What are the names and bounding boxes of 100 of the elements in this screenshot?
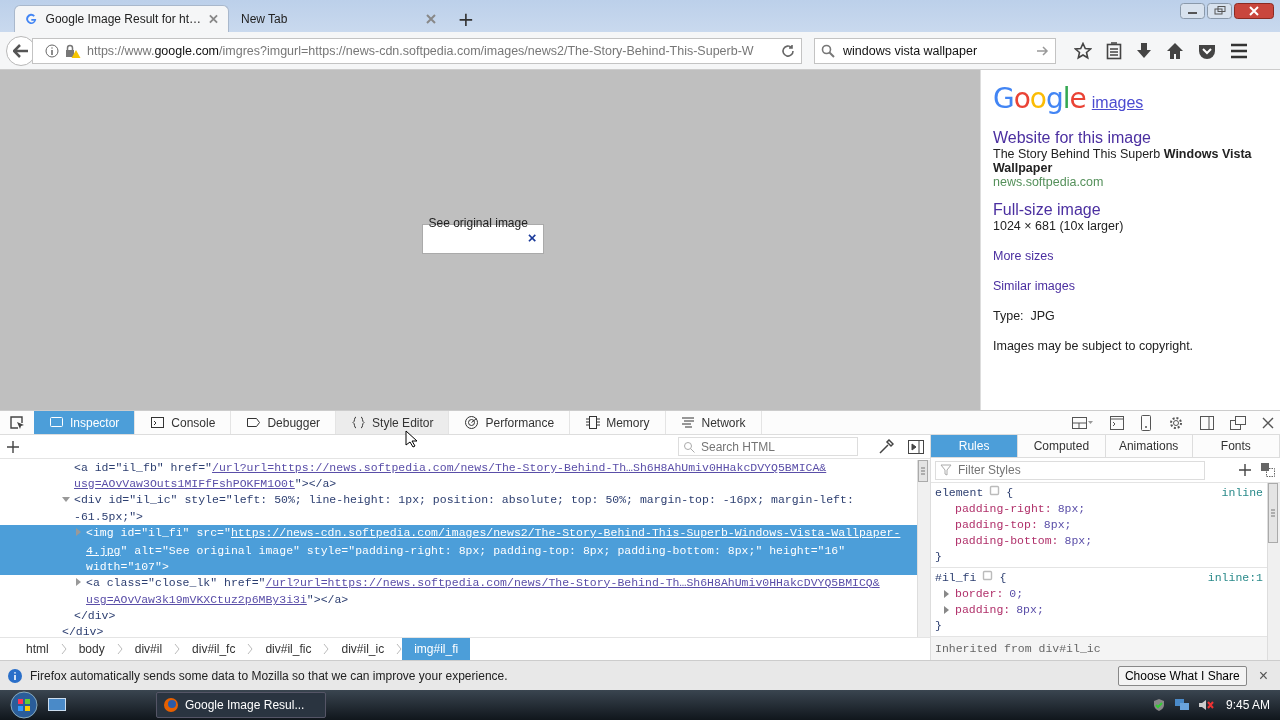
sidebar-tab[interactable]: Computed bbox=[1018, 435, 1106, 458]
choose-what-i-share-button[interactable]: Choose What I Share bbox=[1117, 665, 1247, 686]
show-desktop-icon[interactable] bbox=[48, 698, 66, 712]
breadcrumb[interactable]: div#il_fc bbox=[180, 638, 248, 660]
memory-chip-icon bbox=[585, 415, 601, 430]
website-link[interactable]: Website for this image bbox=[993, 129, 1268, 147]
breadcrumb[interactable]: div#il bbox=[122, 638, 175, 660]
info-icon[interactable] bbox=[45, 43, 59, 58]
highlight-toggle-icon[interactable] bbox=[989, 485, 1001, 496]
network-icon bbox=[680, 415, 696, 430]
markup-line[interactable]: </div> bbox=[0, 608, 917, 624]
rule-source-link[interactable]: inline:1 bbox=[1207, 570, 1263, 586]
speaker-muted-icon[interactable] bbox=[1197, 698, 1214, 712]
css-declaration[interactable]: padding: 8px; bbox=[935, 602, 1263, 618]
brace: } bbox=[935, 549, 942, 565]
eyedropper-icon[interactable] bbox=[878, 438, 894, 455]
sidebar-toggle-icon[interactable] bbox=[908, 439, 924, 454]
markup-line[interactable]: <div id="il_ic" style="left: 50%; line-height: 1px; position: absolute; top: 50%; margin-top: -16px; margin-left: bbox=[0, 491, 917, 510]
filter-styles-input[interactable]: Filter Styles bbox=[956, 462, 1200, 478]
close-icon[interactable] bbox=[1234, 3, 1274, 19]
breadcrumb[interactable]: body bbox=[66, 638, 117, 660]
search-icon[interactable] bbox=[821, 43, 835, 58]
debugger-icon bbox=[246, 415, 262, 430]
markup-line[interactable]: usg=AOvVaw3Outs1MIFfFshPOKFM1O0t"></a> bbox=[0, 475, 917, 492]
breadcrumb[interactable]: div#il_fic bbox=[253, 638, 324, 660]
google-logo[interactable]: Google bbox=[993, 82, 1086, 115]
devtools-tab[interactable]: Memory bbox=[570, 411, 666, 434]
collapsed-triangle-icon[interactable] bbox=[74, 577, 82, 586]
markup-line[interactable]: </div> bbox=[0, 623, 917, 637]
reload-icon[interactable] bbox=[781, 43, 795, 58]
gauge-icon bbox=[464, 415, 480, 430]
search-input[interactable]: windows vista wallpaper bbox=[841, 42, 1031, 59]
browser-tab[interactable]: New Tab bbox=[231, 5, 446, 32]
element-picker-icon[interactable] bbox=[9, 414, 25, 431]
layout-icon[interactable] bbox=[1072, 415, 1094, 430]
inherited-header: Inherited from div#il_ic bbox=[931, 637, 1267, 660]
css-declaration[interactable]: padding-top: 8px; bbox=[935, 517, 1263, 533]
address-bar[interactable]: https://www.google.com/imgres?imgurl=https://news-cdn.softpedia.com/images/news2/The-Story-Behind-This-Superb-W bbox=[32, 37, 802, 64]
filter-styles-field[interactable]: Filter Styles bbox=[935, 460, 1205, 480]
close-icon[interactable] bbox=[1262, 416, 1274, 429]
home-icon[interactable] bbox=[1166, 41, 1184, 60]
undock-icon[interactable] bbox=[1230, 415, 1246, 430]
markup-line[interactable]: <a id="il_fb" href="/url?url=https://news.softpedia.com/news/The-Story-Behind-Th…Sh6H8AhUmiv0HHakcDVYQ5BMICA& bbox=[0, 460, 917, 476]
inspector-icon bbox=[49, 415, 64, 430]
sidebar-tab[interactable]: Fonts bbox=[1192, 435, 1280, 458]
images-link[interactable]: images bbox=[1091, 94, 1144, 112]
url-text: https://www.google.com/imgres?imgurl=https://news-cdn.softpedia.com/images/news2/The-Story-Behind-This-Superb-W bbox=[87, 43, 755, 58]
browser-tab[interactable]: Google Image Result for ht… bbox=[14, 5, 229, 32]
rule-selector: element bbox=[935, 485, 984, 501]
warning-lock-icon[interactable] bbox=[65, 43, 81, 58]
start-orb-icon[interactable] bbox=[10, 691, 38, 719]
settings-icon[interactable] bbox=[1168, 414, 1184, 431]
full-size-link[interactable]: Full-size image bbox=[993, 201, 1268, 219]
close-button[interactable]: × bbox=[1254, 666, 1272, 685]
devtools-tab[interactable]: Network bbox=[665, 411, 762, 434]
breadcrumb[interactable]: div#il_ic bbox=[329, 638, 397, 660]
pseudo-class-icon[interactable] bbox=[1260, 462, 1276, 478]
brace: } bbox=[935, 618, 942, 634]
restore-icon[interactable] bbox=[1207, 3, 1232, 19]
google-g-icon[interactable] bbox=[25, 12, 38, 26]
markup-line[interactable]: <a class="close_lk" href="/url?url=https://news.softpedia.com/news/The-Story-Behind-Th…Sh6H8AhUmiv0HHakcDVYQ5BMICQ& bbox=[0, 574, 917, 593]
search-html-field[interactable]: Search HTML bbox=[678, 437, 858, 456]
download-icon[interactable] bbox=[1136, 41, 1152, 60]
markup-line[interactable]: usg=AOvVaw3k19mVKXCtuz2p6MBy3i3i"></a> bbox=[0, 592, 917, 609]
shield-icon[interactable] bbox=[1151, 698, 1166, 712]
responsive-icon[interactable] bbox=[1140, 414, 1152, 431]
css-declaration[interactable]: border: 0; bbox=[935, 586, 1263, 602]
panel-link[interactable]: Similar images bbox=[993, 279, 1268, 293]
network-monitor-icon[interactable] bbox=[1173, 698, 1190, 712]
braces-icon bbox=[351, 415, 367, 430]
highlight-toggle-icon[interactable] bbox=[982, 570, 994, 581]
devtools-tab[interactable]: Style Editor bbox=[336, 411, 450, 434]
css-declaration[interactable]: padding-right: 8px; bbox=[935, 501, 1263, 517]
scrollbar-thumb-icon[interactable] bbox=[1268, 483, 1278, 543]
expanded-triangle-icon[interactable] bbox=[62, 494, 70, 503]
devtools-tab[interactable]: Performance bbox=[449, 411, 571, 434]
breadcrumb[interactable]: html bbox=[14, 638, 61, 660]
css-declaration[interactable]: padding-bottom: 8px; bbox=[935, 533, 1263, 549]
markup-line[interactable]: -61.5px;"> bbox=[0, 509, 917, 526]
close-button[interactable]: × bbox=[527, 230, 537, 246]
search-icon bbox=[683, 440, 695, 453]
menu-icon[interactable] bbox=[1230, 42, 1248, 59]
sidebar-tab[interactable]: Animations bbox=[1105, 435, 1193, 458]
go-arrow-icon[interactable] bbox=[1037, 45, 1049, 56]
rule-source-link[interactable]: inline bbox=[1221, 485, 1263, 501]
search-html-input[interactable]: Search HTML bbox=[699, 438, 853, 455]
devtools-tab[interactable]: Console bbox=[135, 411, 232, 434]
taskbar-button[interactable]: Google Image Resul... bbox=[156, 692, 326, 718]
split-console-icon[interactable] bbox=[1110, 415, 1124, 430]
scrollbar-thumb-icon[interactable] bbox=[918, 460, 928, 482]
add-node-icon[interactable] bbox=[6, 439, 20, 454]
dock-side-icon[interactable] bbox=[1200, 415, 1214, 430]
add-rule-icon[interactable] bbox=[1238, 463, 1252, 477]
star-icon[interactable] bbox=[1074, 41, 1092, 60]
minimize-icon[interactable] bbox=[1180, 3, 1205, 19]
search-field[interactable]: windows vista wallpaper bbox=[814, 37, 1056, 64]
panel-link[interactable]: More sizes bbox=[993, 249, 1268, 263]
clipboard-list-icon[interactable] bbox=[1106, 41, 1122, 60]
brace: { bbox=[999, 570, 1007, 586]
new-tab-button[interactable]: + bbox=[448, 5, 484, 32]
